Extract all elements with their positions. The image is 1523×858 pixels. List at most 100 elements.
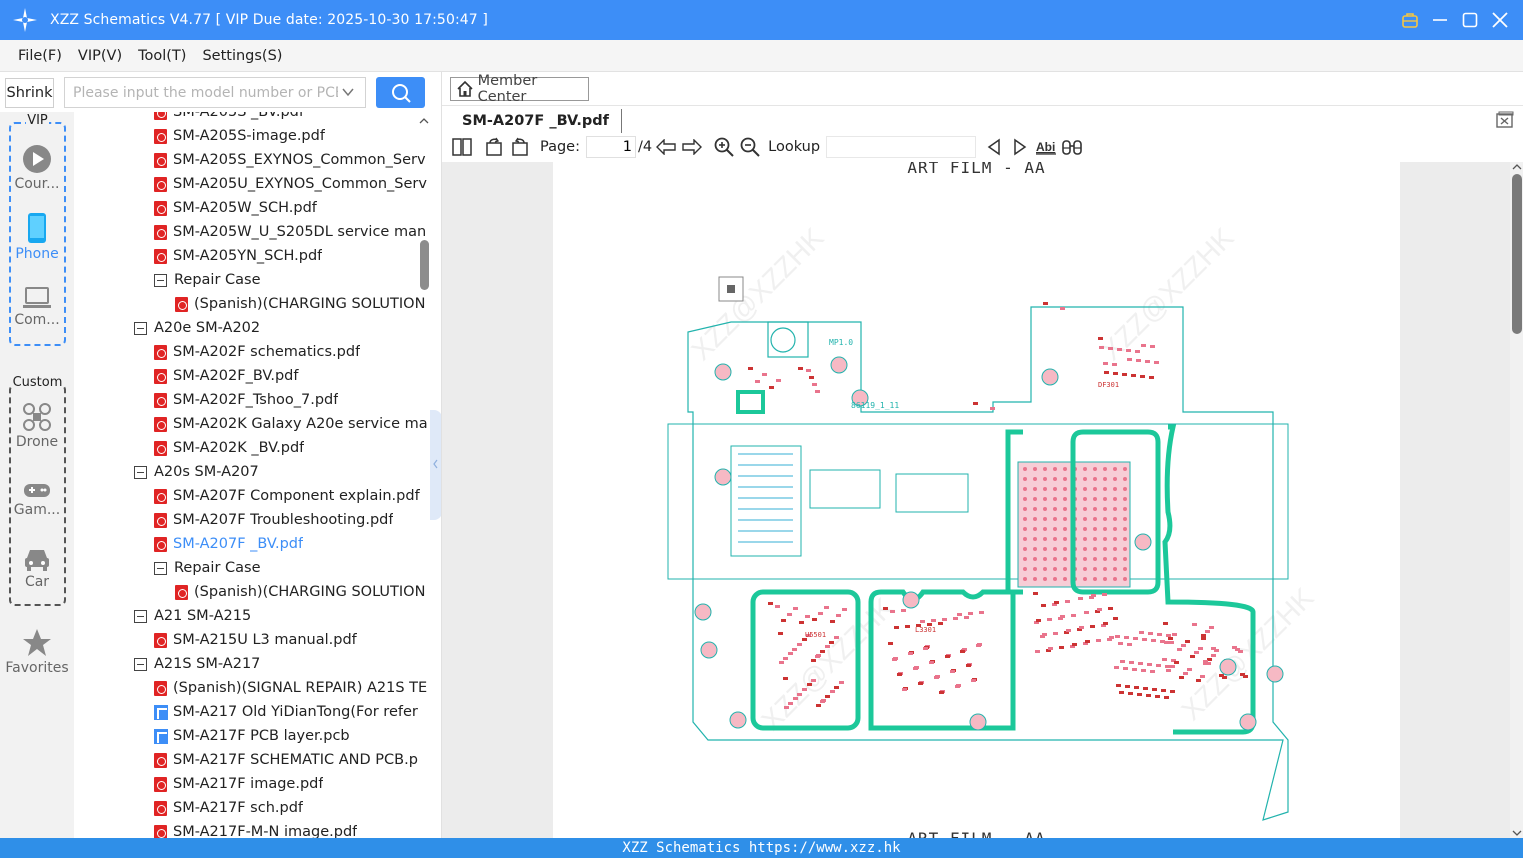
minimize-button[interactable] (1425, 0, 1455, 40)
viewer-scrollbar[interactable] (1510, 162, 1523, 838)
tree-item-label: SM-A217F SCHEMATIC AND PCB.p (173, 752, 418, 768)
shrink-button[interactable]: Shrink (5, 78, 54, 108)
collapse-icon[interactable] (134, 321, 147, 335)
tree-file[interactable]: SM-A202F_BV.pdf (154, 364, 430, 388)
chevron-down-icon[interactable] (341, 85, 355, 103)
tree-folder[interactable]: A20e SM-A202 (134, 316, 430, 340)
vip-bag-icon[interactable] (1395, 0, 1425, 40)
close-tab-icon[interactable] (1496, 111, 1514, 133)
bga-pad (1023, 497, 1027, 501)
tree-file[interactable]: SM-A205W_SCH.pdf (154, 196, 430, 220)
rotate-left-icon[interactable] (482, 135, 506, 159)
rail-item-phone[interactable]: Phone (0, 212, 74, 262)
prev-page-arrow-icon[interactable] (654, 135, 678, 159)
tree-file[interactable]: SM-A202K Galaxy A20e service ma (154, 412, 430, 436)
smd-component (1162, 658, 1167, 661)
model-search-input[interactable] (73, 84, 338, 101)
tree-file[interactable]: (Spanish)(CHARGING SOLUTION (175, 292, 430, 316)
tree-folder[interactable]: A21S SM-A217 (134, 652, 430, 676)
tree-file[interactable]: SM-A205S _BV.pdf (154, 112, 430, 124)
menu-vip[interactable]: VIP(V) (70, 48, 130, 64)
pdf-file-icon (154, 536, 167, 552)
tree-folder[interactable]: A20s SM-A207 (134, 460, 430, 484)
bga-pad (1043, 517, 1047, 521)
search-button[interactable] (376, 77, 425, 108)
zoom-out-icon[interactable] (738, 135, 762, 159)
tree-file[interactable]: (Spanish)(CHARGING SOLUTION (175, 580, 430, 604)
collapse-icon[interactable] (134, 609, 147, 623)
menu-file[interactable]: File(F) (10, 48, 70, 64)
page-number-input[interactable] (586, 136, 636, 158)
tree-file[interactable]: SM-A217F image.pdf (154, 772, 430, 796)
tree-file[interactable]: SM-A217 Old YiDianTong(For refer (154, 700, 430, 724)
smd-component (973, 402, 978, 405)
tree-file[interactable]: SM-A207F Troubleshooting.pdf (154, 508, 430, 532)
bga-pad (1113, 477, 1117, 481)
menu-settings[interactable]: Settings(S) (194, 48, 290, 64)
tree-scrollbar-thumb[interactable] (420, 240, 429, 290)
scroll-down-icon[interactable] (1510, 828, 1523, 838)
maximize-button[interactable] (1455, 0, 1485, 40)
smd-component (793, 697, 798, 700)
bga-pad (1103, 557, 1107, 561)
pdf-viewer[interactable]: ART FILM - AA XZZ@XZZHK XZZ@XZZHK XZZ@XZZH… (442, 162, 1523, 838)
bga-pad (1113, 557, 1117, 561)
collapse-icon[interactable] (154, 273, 167, 287)
rail-item-drone[interactable]: Drone (0, 402, 74, 450)
binoculars-icon[interactable] (1060, 135, 1084, 159)
rail-item-games[interactable]: Gam... (0, 480, 74, 518)
tree-file[interactable]: SM-A202K _BV.pdf (154, 436, 430, 460)
smd-component (923, 647, 928, 650)
tree-folder[interactable]: Repair Case (154, 268, 430, 292)
smd-component (818, 612, 823, 615)
tree-file[interactable]: SM-A217F SCHEMATIC AND PCB.p (154, 748, 430, 772)
tree-file[interactable]: SM-A217F-M-N image.pdf (154, 820, 430, 838)
rail-item-courses[interactable]: Cour... (0, 144, 74, 192)
car-icon (25, 550, 49, 571)
tree-file[interactable]: SM-A205W_U_S205DL service man (154, 220, 430, 244)
tree-file[interactable]: SM-A215U L3 manual.pdf (154, 628, 430, 652)
smd-component (1232, 646, 1237, 649)
two-page-view-icon[interactable] (450, 135, 474, 159)
tree-file[interactable]: SM-A205S-image.pdf (154, 124, 430, 148)
collapse-icon[interactable] (134, 465, 147, 479)
collapse-icon[interactable] (134, 657, 147, 671)
find-next-icon[interactable] (1008, 135, 1032, 159)
smd-component (1113, 372, 1118, 375)
tree-file[interactable]: SM-A217F sch.pdf (154, 796, 430, 820)
menu-tool[interactable]: Tool(T) (130, 48, 194, 64)
model-search-combobox[interactable] (64, 77, 366, 108)
tree-file[interactable]: SM-A202F schematics.pdf (154, 340, 430, 364)
smd-component (1096, 639, 1101, 642)
find-previous-icon[interactable] (982, 135, 1006, 159)
bga-pad (1123, 577, 1127, 581)
close-button[interactable] (1485, 0, 1515, 40)
lookup-input[interactable] (826, 136, 977, 158)
menu-bar: File(F) VIP(V) Tool(T) Settings(S) (0, 40, 1523, 72)
rail-item-favorites[interactable]: Favorites (0, 628, 74, 676)
tree-file[interactable]: SM-A205S_EXYNOS_Common_Serv (154, 148, 430, 172)
tree-file[interactable]: SM-A207F _BV.pdf (154, 532, 430, 556)
viewer-scrollbar-thumb[interactable] (1512, 174, 1522, 334)
tree-file[interactable]: SM-A207F Component explain.pdf (154, 484, 430, 508)
tree-file[interactable]: (Spanish)(SIGNAL REPAIR) A21S TE (154, 676, 430, 700)
tree-file[interactable]: SM-A205U_EXYNOS_Common_Serv (154, 172, 430, 196)
member-center-button[interactable]: Member Center (450, 73, 589, 105)
zoom-in-icon[interactable] (712, 135, 736, 159)
tree-file[interactable]: SM-A202F_Tshoo_7.pdf (154, 388, 430, 412)
rail-item-computer[interactable]: Com... (0, 286, 74, 328)
tree-folder[interactable]: A21 SM-A215 (134, 604, 430, 628)
document-tab[interactable]: SM-A207F _BV.pdf (454, 109, 622, 133)
tree-file[interactable]: SM-A217F PCB layer.pcb (154, 724, 430, 748)
rail-item-car[interactable]: Car (0, 546, 74, 590)
match-case-icon[interactable]: Abi (1034, 135, 1058, 159)
tree-file[interactable]: SM-A205YN_SCH.pdf (154, 244, 430, 268)
bga-pad (1083, 557, 1087, 561)
smd-component (1161, 689, 1166, 692)
next-page-arrow-icon[interactable] (680, 135, 704, 159)
collapse-icon[interactable] (154, 561, 167, 575)
scroll-up-icon[interactable] (1510, 162, 1523, 172)
rotate-right-icon[interactable] (508, 135, 532, 159)
tree-scroll-up-icon[interactable] (418, 114, 430, 130)
tree-folder[interactable]: Repair Case (154, 556, 430, 580)
